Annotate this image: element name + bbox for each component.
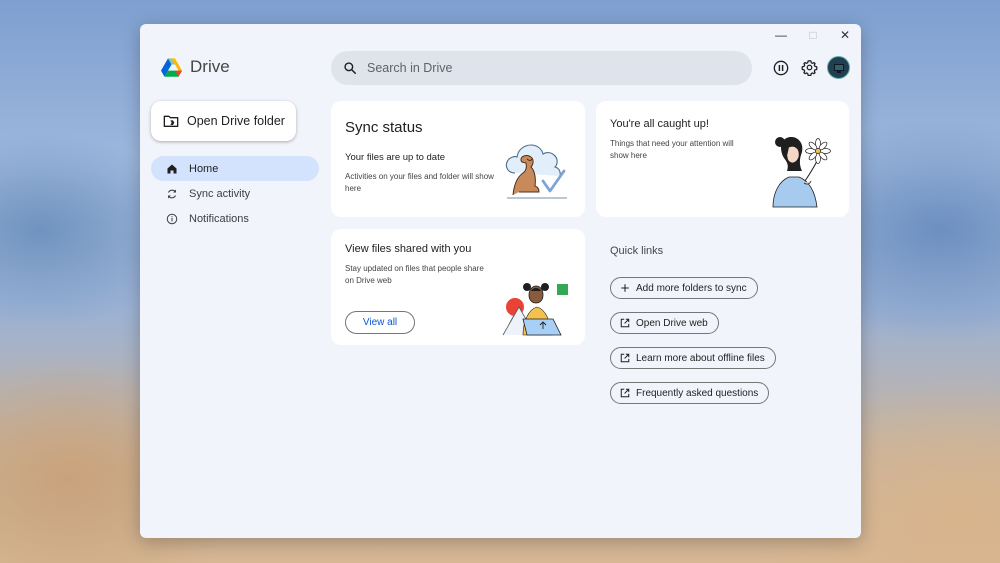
search-icon bbox=[344, 62, 357, 75]
open-drive-folder-button[interactable]: Open Drive folder bbox=[151, 101, 296, 141]
offline-files-link[interactable]: Learn more about offline files bbox=[610, 347, 776, 369]
drive-window: — □ ✕ Drive Search in Drive Open Drive f… bbox=[140, 24, 861, 538]
minimize-button[interactable]: — bbox=[765, 24, 797, 46]
sidebar-item-label: Home bbox=[189, 162, 219, 175]
sidebar-item-sync-activity[interactable]: Sync activity bbox=[151, 181, 319, 206]
quick-link-label: Add more folders to sync bbox=[636, 282, 747, 294]
open-external-icon bbox=[620, 388, 630, 398]
account-avatar[interactable] bbox=[827, 56, 850, 79]
add-folders-link[interactable]: Add more folders to sync bbox=[610, 277, 758, 299]
sync-status-subtitle: Your files are up to date bbox=[345, 152, 445, 163]
person-laptop-illustration bbox=[502, 283, 568, 336]
sync-status-title: Sync status bbox=[345, 119, 423, 136]
quick-link-label: Learn more about offline files bbox=[636, 352, 765, 364]
sync-status-card: Sync status Your files are up to date Ac… bbox=[331, 101, 585, 217]
maximize-button[interactable]: □ bbox=[797, 24, 829, 46]
sidebar-item-home[interactable]: Home bbox=[151, 156, 319, 181]
sidebar-nav: Home Sync activity Notifications bbox=[151, 156, 319, 231]
drive-logo-icon bbox=[161, 57, 182, 77]
quick-link-label: Open Drive web bbox=[636, 317, 708, 329]
dog-cloud-illustration bbox=[505, 144, 567, 199]
open-drive-folder-label: Open Drive folder bbox=[187, 114, 285, 128]
open-drive-web-link[interactable]: Open Drive web bbox=[610, 312, 719, 334]
home-icon bbox=[167, 164, 177, 173]
app-logo: Drive bbox=[161, 57, 230, 77]
sync-status-description: Activities on your files and folder will… bbox=[345, 172, 494, 193]
app-name: Drive bbox=[190, 57, 230, 76]
sidebar-item-label: Notifications bbox=[189, 212, 249, 225]
sidebar-item-label: Sync activity bbox=[189, 187, 251, 200]
window-controls: — □ ✕ bbox=[765, 24, 861, 46]
view-all-button[interactable]: View all bbox=[345, 311, 415, 334]
caught-up-title: You're all caught up! bbox=[610, 118, 709, 130]
search-input[interactable] bbox=[367, 61, 717, 75]
sidebar-item-notifications[interactable]: Notifications bbox=[151, 206, 319, 231]
faq-link[interactable]: Frequently asked questions bbox=[610, 382, 770, 404]
open-external-icon bbox=[620, 353, 630, 363]
open-external-icon bbox=[620, 318, 630, 328]
plus-icon bbox=[621, 284, 629, 292]
shared-files-title: View files shared with you bbox=[345, 243, 472, 255]
close-button[interactable]: ✕ bbox=[829, 24, 861, 46]
settings-button[interactable] bbox=[799, 58, 819, 78]
info-icon bbox=[166, 213, 178, 224]
shared-files-description: Stay updated on files that people share … bbox=[345, 264, 484, 285]
shared-files-card: View files shared with you Stay updated … bbox=[331, 229, 585, 345]
gear-icon bbox=[800, 60, 818, 76]
pause-icon bbox=[773, 60, 789, 75]
caught-up-card: You're all caught up! Things that need y… bbox=[596, 101, 849, 217]
caught-up-description: Things that need your attention will sho… bbox=[610, 139, 734, 160]
sync-icon bbox=[168, 189, 176, 198]
pause-sync-button[interactable] bbox=[771, 58, 791, 78]
woman-flower-illustration bbox=[772, 137, 831, 208]
top-actions bbox=[771, 56, 850, 79]
search-bar[interactable] bbox=[331, 51, 752, 85]
quick-links-title: Quick links bbox=[610, 245, 664, 257]
quick-link-label: Frequently asked questions bbox=[636, 387, 759, 399]
folder-icon bbox=[163, 115, 179, 127]
avatar-image-icon bbox=[833, 63, 844, 73]
